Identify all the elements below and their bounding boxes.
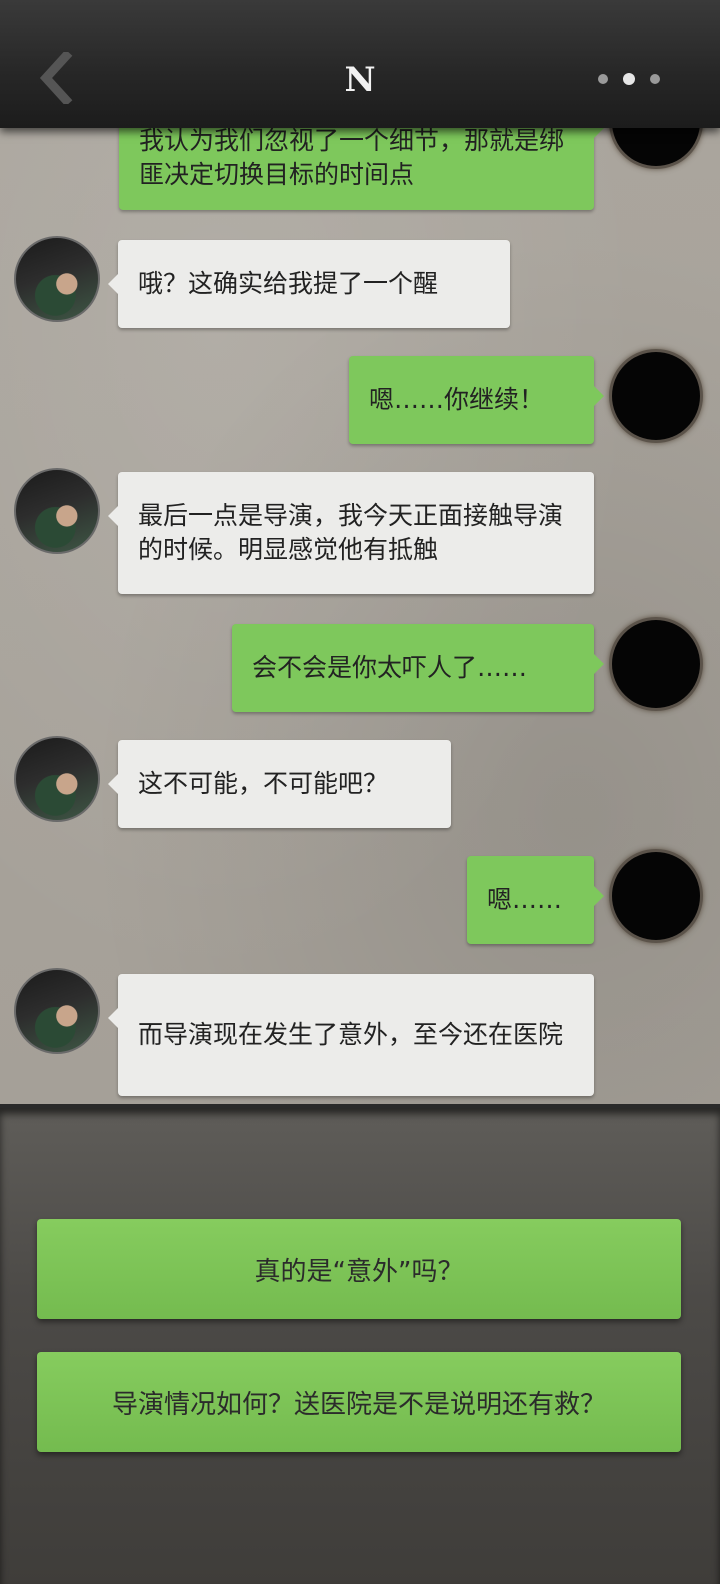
message-bubble-incoming: 而导演现在发生了意外，至今还在医院 (108, 974, 594, 1096)
chat-screen: 我认为我们忽视了一个细节，那就是绑匪决定切换目标的时间点 哦？这确实给我提了一个… (0, 0, 720, 1584)
message-bubble-incoming: 哦？这确实给我提了一个醒 (108, 240, 510, 328)
reply-option-button[interactable]: 导演情况如何？送医院是不是说明还有救？ (37, 1352, 681, 1452)
message-text: 哦？这确实给我提了一个醒 (138, 269, 439, 298)
message-bubble-incoming: 这不可能，不可能吧？ (108, 740, 451, 828)
message-text: 这不可能，不可能吧？ (138, 769, 389, 798)
message-text: 嗯…… (487, 885, 563, 914)
reply-option-label: 导演情况如何？送医院是不是说明还有救？ (111, 1389, 606, 1420)
my-avatar[interactable] (612, 852, 700, 940)
contact-avatar[interactable] (14, 736, 100, 822)
contact-avatar[interactable] (14, 236, 100, 322)
message-list[interactable]: 我认为我们忽视了一个细节，那就是绑匪决定切换目标的时间点 哦？这确实给我提了一个… (0, 128, 720, 1108)
message-text: 最后一点是导演，我今天正面接触导演的时候。明显感觉他有抵触 (138, 501, 564, 564)
message-bubble-incoming: 最后一点是导演，我今天正面接触导演的时候。明显感觉他有抵触 (108, 472, 594, 594)
message-bubble-outgoing: 会不会是你太吓人了…… (232, 624, 604, 712)
message-text: 嗯……你继续！ (369, 385, 545, 414)
message-bubble-outgoing: 我认为我们忽视了一个细节，那就是绑匪决定切换目标的时间点 (119, 128, 604, 210)
message-text: 会不会是你太吓人了…… (252, 653, 528, 682)
my-avatar[interactable] (612, 620, 700, 708)
contact-avatar[interactable] (14, 968, 100, 1054)
my-avatar[interactable] (612, 128, 700, 166)
message-text: 我认为我们忽视了一个细节，那就是绑匪决定切换目标的时间点 (139, 128, 565, 189)
message-text: 而导演现在发生了意外，至今还在医院 (138, 1020, 564, 1049)
my-avatar[interactable] (612, 352, 700, 440)
more-button[interactable] (596, 68, 664, 90)
reply-options-panel: 真的是“意外”吗？ 导演情况如何？送医院是不是说明还有救？ (0, 1108, 720, 1584)
reply-option-button[interactable]: 真的是“意外”吗？ (37, 1219, 681, 1319)
top-bar: N (0, 0, 720, 128)
contact-avatar[interactable] (14, 468, 100, 554)
message-bubble-outgoing: 嗯……你继续！ (349, 356, 604, 444)
message-bubble-outgoing: 嗯…… (467, 856, 604, 944)
reply-option-label: 真的是“意外”吗？ (254, 1256, 464, 1287)
